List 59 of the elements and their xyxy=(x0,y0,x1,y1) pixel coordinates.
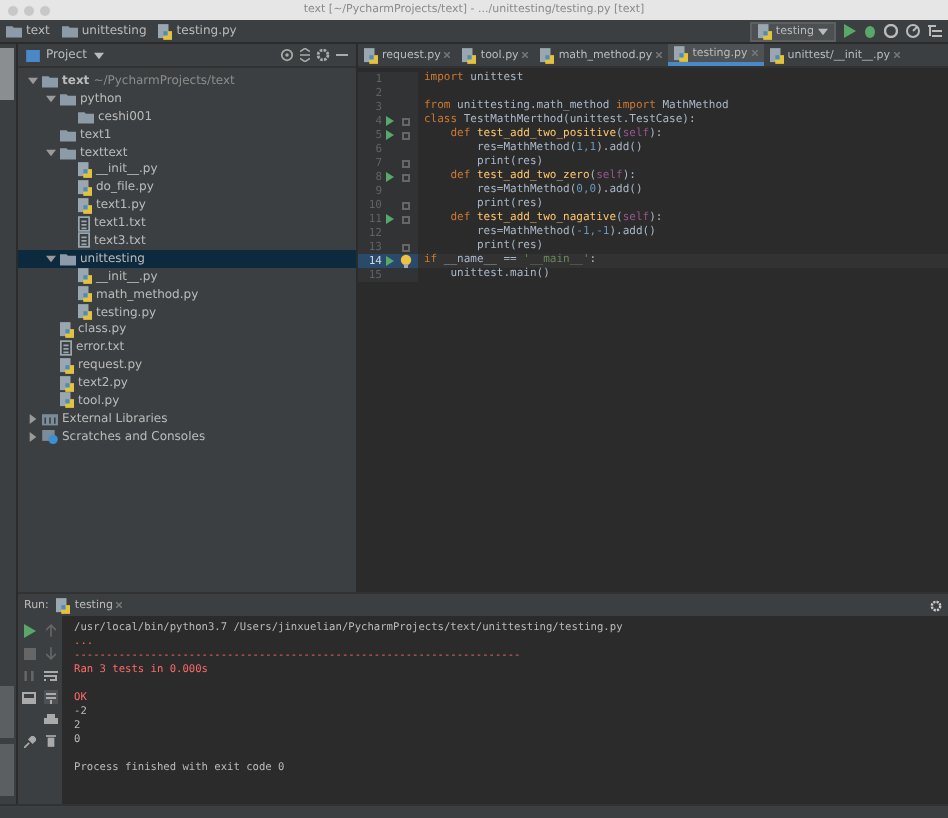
profile-icon[interactable] xyxy=(906,24,920,38)
python-file-icon xyxy=(674,45,689,61)
minimize-icon[interactable] xyxy=(336,53,348,57)
coverage-icon[interactable] xyxy=(884,24,898,38)
fold-marker-icon[interactable] xyxy=(402,201,410,209)
folder-icon xyxy=(60,251,76,266)
print-icon[interactable] xyxy=(44,713,58,726)
close-icon[interactable] xyxy=(116,602,123,609)
expanded-arrow-icon[interactable] xyxy=(45,253,55,264)
python-file-icon xyxy=(158,23,173,39)
debug-icon[interactable] xyxy=(864,24,876,38)
settings-icon[interactable] xyxy=(930,599,942,612)
fold-marker-icon[interactable] xyxy=(402,117,410,125)
folder-icon xyxy=(6,24,22,38)
scratches-icon xyxy=(42,429,58,444)
collapsed-arrow-icon[interactable] xyxy=(27,413,37,424)
python-file-icon xyxy=(60,321,74,338)
rerun-icon[interactable] xyxy=(23,624,35,639)
expanded-arrow-icon[interactable] xyxy=(27,75,37,86)
expanded-arrow-icon[interactable] xyxy=(45,147,55,157)
settings-icon[interactable] xyxy=(316,48,330,62)
run-marker-icon[interactable] xyxy=(386,116,394,126)
fold-marker-icon[interactable] xyxy=(402,159,410,167)
python-file-icon xyxy=(462,47,477,63)
python-file-icon xyxy=(540,47,555,63)
run-marker-icon[interactable] xyxy=(386,130,394,140)
target-icon[interactable] xyxy=(280,48,294,62)
fold-marker-icon[interactable] xyxy=(402,215,410,223)
fold-marker-icon[interactable] xyxy=(402,243,410,251)
lightbulb-icon[interactable] xyxy=(400,254,412,268)
run-marker-icon[interactable] xyxy=(386,214,394,224)
text-file-icon xyxy=(60,339,72,356)
python-file-icon xyxy=(364,47,378,63)
pin-icon[interactable] xyxy=(23,735,35,748)
close-icon[interactable] xyxy=(894,52,901,58)
trash-icon[interactable] xyxy=(46,734,56,749)
close-icon[interactable] xyxy=(522,52,529,58)
caret-icon[interactable] xyxy=(93,51,104,59)
fold-marker-icon[interactable] xyxy=(402,173,410,181)
layout-icon[interactable] xyxy=(22,691,36,704)
fold-marker-icon[interactable] xyxy=(402,131,410,139)
close-icon[interactable] xyxy=(656,52,663,58)
scroll-end-icon[interactable] xyxy=(44,690,58,705)
close-icon[interactable] xyxy=(444,52,451,58)
python-file-icon xyxy=(56,597,71,614)
soft-wrap-icon[interactable] xyxy=(44,669,58,682)
structure-icon[interactable] xyxy=(928,24,942,38)
library-icon xyxy=(42,411,58,426)
collapse-icon[interactable] xyxy=(300,48,310,62)
expanded-arrow-icon[interactable] xyxy=(45,93,55,104)
python-file-icon xyxy=(769,47,784,63)
collapsed-arrow-icon[interactable] xyxy=(27,431,37,442)
python-file-icon xyxy=(757,23,772,39)
caret-icon xyxy=(818,27,828,35)
run-marker-icon[interactable] xyxy=(386,256,394,266)
run-icon[interactable] xyxy=(844,24,856,38)
run-marker-icon[interactable] xyxy=(386,172,394,182)
folder-icon xyxy=(61,24,78,38)
panel-icon xyxy=(26,49,40,61)
